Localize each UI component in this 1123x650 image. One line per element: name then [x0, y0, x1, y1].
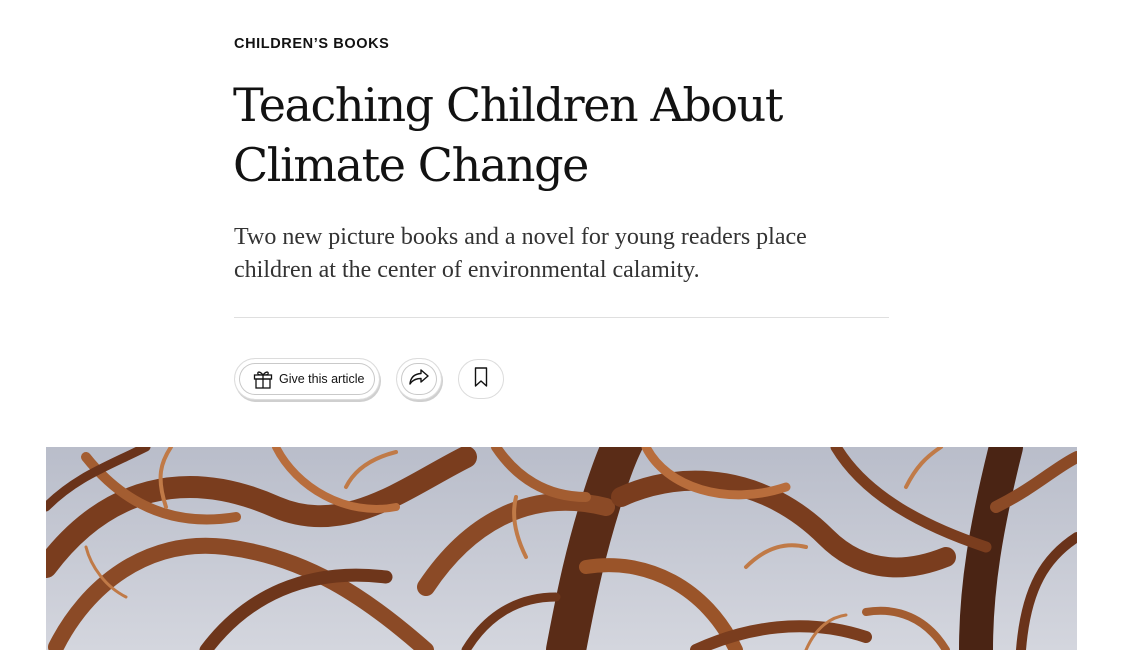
section-kicker[interactable]: CHILDREN’S BOOKS	[234, 36, 389, 52]
give-article-label: Give this article	[279, 372, 365, 386]
share-button[interactable]	[396, 358, 442, 400]
save-button[interactable]	[458, 359, 504, 399]
hero-illustration	[46, 447, 1077, 650]
gift-icon	[252, 368, 274, 390]
article-summary: Two new picture books and a novel for yo…	[234, 224, 807, 283]
share-icon	[408, 367, 430, 392]
give-article-button[interactable]: Give this article	[234, 358, 380, 400]
branches-illustration	[46, 447, 1077, 650]
divider	[234, 317, 889, 318]
article-headline: Teaching Children About Climate Change	[233, 78, 783, 192]
bookmark-icon	[473, 366, 489, 393]
